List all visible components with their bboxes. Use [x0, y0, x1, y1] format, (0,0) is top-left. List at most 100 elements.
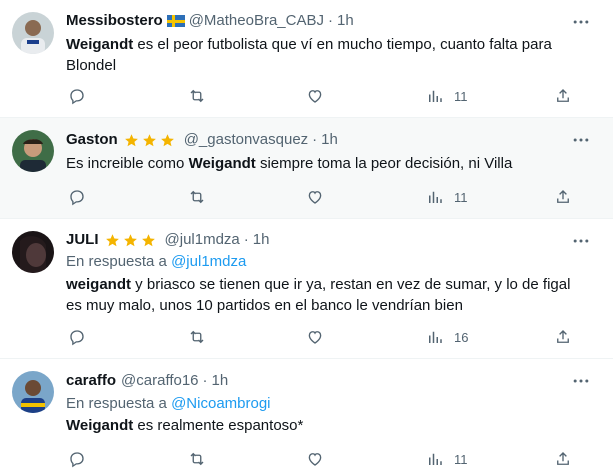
- tweet-text-part: es realmente espantoso*: [133, 417, 304, 434]
- action-bar: 11: [62, 86, 582, 106]
- retweet-icon: [190, 452, 204, 466]
- reply-icon: [70, 190, 84, 206]
- views-count: 11: [454, 88, 468, 104]
- mention-bold: weigandt: [66, 276, 132, 293]
- star-icon: [142, 133, 156, 146]
- action-bar: 16: [62, 327, 582, 347]
- tweet-text-part: es el peor futbolista que ví en mucho ti…: [133, 36, 552, 53]
- avatar[interactable]: [12, 231, 54, 273]
- retweet-button[interactable]: [188, 327, 206, 347]
- retweet-icon: [190, 89, 204, 103]
- views-button[interactable]: 11: [426, 449, 468, 469]
- tweet-text-part: y briasco se tienen que ir ya, restan en…: [131, 276, 571, 293]
- avatar[interactable]: [12, 130, 54, 172]
- author-name[interactable]: Messibostero: [66, 11, 163, 31]
- views-button[interactable]: 16: [426, 327, 468, 347]
- author-handle[interactable]: @MatheoBra_CABJ: [189, 11, 324, 31]
- star-icon: [160, 133, 174, 146]
- author-handle[interactable]: @_gastonvasquez: [184, 130, 308, 150]
- tweet-text: Weigandt es realmente espantoso*: [66, 415, 576, 436]
- views-icon: [429, 191, 442, 203]
- author-name[interactable]: Gaston: [66, 130, 118, 150]
- share-icon: [557, 330, 569, 343]
- mention-bold: Weigandt: [188, 155, 256, 172]
- tweet-2[interactable]: Gaston @_gastonvasquez · 1h Es increible…: [0, 118, 613, 219]
- retweet-button[interactable]: [188, 449, 206, 469]
- avatar[interactable]: [12, 12, 54, 54]
- more-icon[interactable]: [571, 371, 591, 391]
- star-icon: [105, 233, 119, 246]
- tweet-text: Es increible como Weigandt siempre toma …: [66, 153, 576, 174]
- reply-prefix: En respuesta a: [66, 395, 167, 412]
- like-button[interactable]: [306, 449, 324, 469]
- author-name[interactable]: caraffo: [66, 371, 116, 391]
- retweet-button[interactable]: [188, 187, 206, 207]
- rating-stars: [124, 133, 178, 148]
- author-name[interactable]: JULI: [66, 230, 99, 250]
- more-icon[interactable]: [571, 231, 591, 251]
- tweet-text-part: siempre toma la peor decisión, ni Villa: [255, 155, 513, 172]
- views-count: 16: [454, 329, 469, 345]
- avatar-photo: [12, 371, 54, 413]
- separator-dot: ·: [328, 12, 333, 29]
- share-button[interactable]: [554, 327, 572, 347]
- like-icon: [308, 191, 322, 204]
- sweden-flag-icon: [166, 15, 185, 27]
- star-icon: [141, 233, 155, 246]
- avatar-photo: [12, 12, 54, 54]
- timestamp[interactable]: 1h: [321, 130, 338, 150]
- tweet-3[interactable]: JULI @jul1mdza · 1h En respuesta a @jul1…: [0, 219, 613, 359]
- like-icon: [308, 331, 322, 344]
- reply-handle-link[interactable]: @Nicoambrogi: [171, 395, 270, 412]
- reply-context: En respuesta a @jul1mdza: [66, 252, 246, 272]
- avatar[interactable]: [12, 371, 54, 413]
- timestamp[interactable]: 1h: [253, 230, 270, 250]
- separator-dot: ·: [202, 372, 208, 389]
- like-button[interactable]: [306, 187, 324, 207]
- views-count: 11: [454, 189, 468, 205]
- action-bar: 11: [62, 449, 582, 469]
- tweet-1[interactable]: Messibostero @MatheoBra_CABJ · 1h Weigan…: [0, 0, 613, 118]
- views-icon: [429, 90, 442, 102]
- views-button[interactable]: 11: [426, 187, 468, 207]
- reply-button[interactable]: [68, 86, 86, 106]
- star-icon: [124, 133, 138, 146]
- reply-button[interactable]: [68, 187, 86, 207]
- like-button[interactable]: [306, 86, 324, 106]
- rating-stars: [105, 233, 159, 248]
- share-button[interactable]: [554, 187, 572, 207]
- share-icon: [557, 89, 569, 102]
- like-icon: [308, 90, 322, 103]
- views-icon: [429, 453, 442, 465]
- timestamp[interactable]: 1h: [212, 371, 229, 391]
- author-handle[interactable]: @jul1mdza: [165, 230, 240, 250]
- separator-dot: ·: [243, 231, 249, 248]
- reply-button[interactable]: [68, 327, 86, 347]
- tweet-text-part: es muy malo, unos 10 partidos en el banc…: [66, 297, 463, 314]
- reply-icon: [70, 330, 84, 346]
- tweet-4[interactable]: caraffo @caraffo16 · 1h En respuesta a @…: [0, 359, 613, 468]
- views-button[interactable]: 11: [426, 86, 468, 106]
- author-handle[interactable]: @caraffo16: [121, 371, 199, 391]
- retweet-button[interactable]: [188, 86, 206, 106]
- avatar-photo: [12, 130, 54, 172]
- more-icon[interactable]: [571, 130, 591, 150]
- mention-bold: Weigandt: [66, 417, 134, 434]
- share-button[interactable]: [554, 86, 572, 106]
- avatar-photo: [12, 231, 54, 273]
- share-button[interactable]: [554, 449, 572, 469]
- tweet-text-part: Blondel: [66, 57, 117, 74]
- mention-bold: Weigandt: [66, 36, 134, 53]
- timestamp[interactable]: 1h: [337, 11, 354, 31]
- retweet-icon: [190, 190, 204, 204]
- tweet-text-part: Es increible como: [66, 155, 189, 172]
- reply-button[interactable]: [68, 449, 86, 469]
- more-icon[interactable]: [571, 12, 591, 32]
- views-icon: [429, 331, 442, 343]
- like-button[interactable]: [306, 327, 324, 347]
- action-bar: 11: [62, 187, 582, 207]
- share-icon: [557, 452, 569, 465]
- share-icon: [557, 190, 569, 203]
- reply-handle-link[interactable]: @jul1mdza: [171, 253, 246, 270]
- reply-icon: [70, 452, 84, 468]
